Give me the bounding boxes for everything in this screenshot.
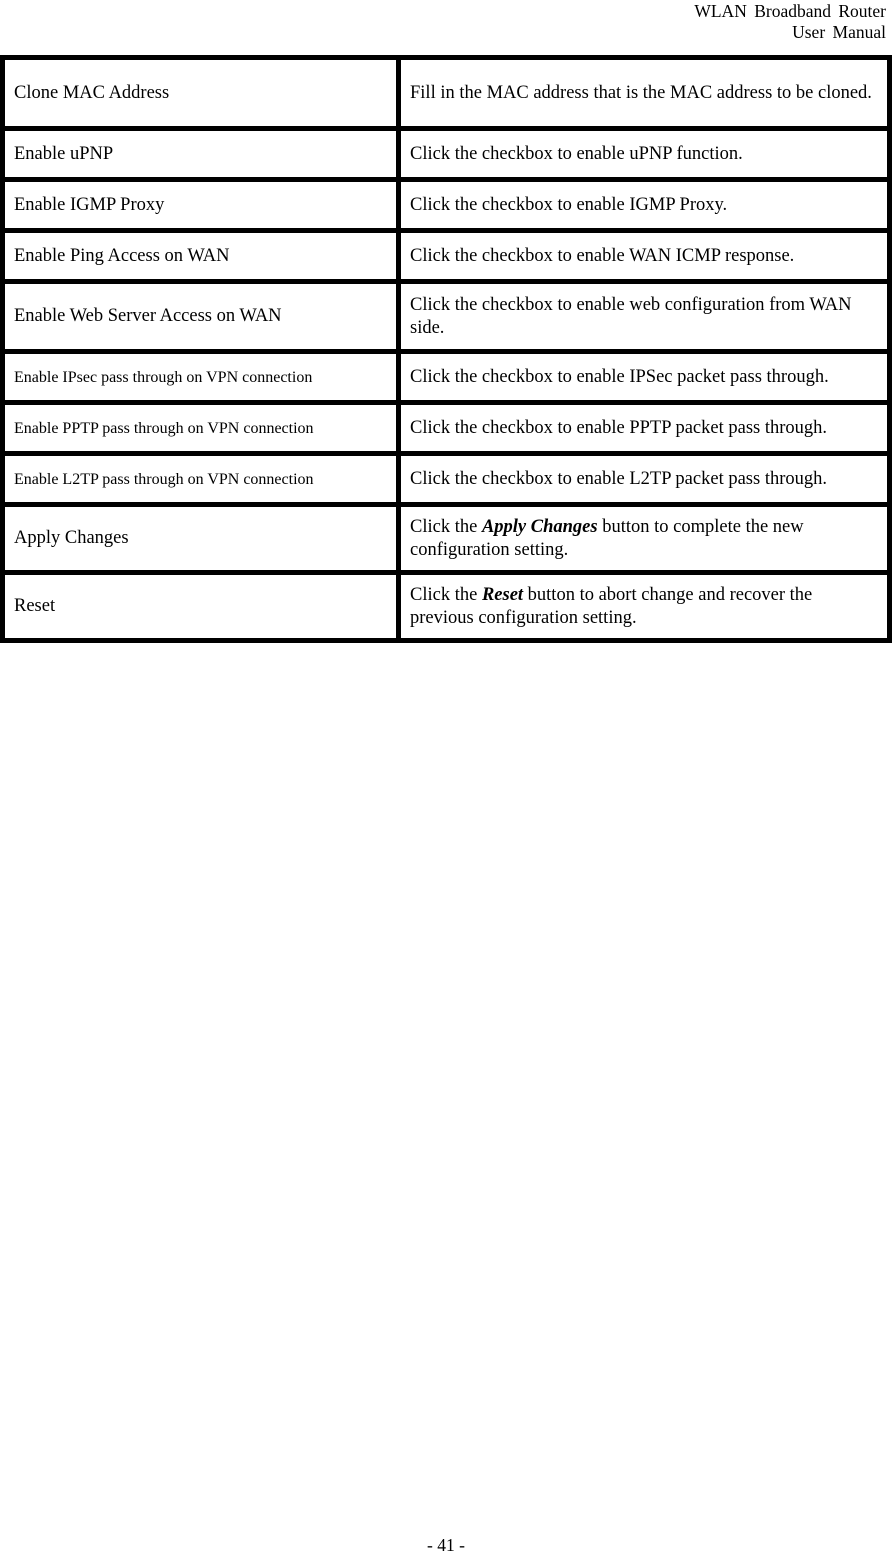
field-name-cell: Enable uPNP xyxy=(0,126,401,182)
field-name-cell: Enable IGMP Proxy xyxy=(0,177,401,233)
table-row: Enable L2TP pass through on VPN connecti… xyxy=(0,451,892,507)
field-name-cell: Reset xyxy=(0,570,401,643)
table-row: Enable IGMP Proxy Click the checkbox to … xyxy=(0,177,892,233)
field-name-cell: Enable IPsec pass through on VPN connect… xyxy=(0,349,401,405)
reset-emphasis: Reset xyxy=(481,584,524,605)
table-row: Reset Click the Reset button to abort ch… xyxy=(0,570,892,643)
table-row: Enable Ping Access on WAN Click the chec… xyxy=(0,228,892,284)
description-text: Click the xyxy=(410,516,482,537)
table-row: Enable uPNP Click the checkbox to enable… xyxy=(0,126,892,182)
page-header: WLAN Broadband Router User Manual xyxy=(694,1,886,43)
table-row: Enable Web Server Access on WAN Click th… xyxy=(0,279,892,354)
field-description-cell: Click the Reset button to abort change a… xyxy=(396,570,892,643)
field-description-cell: Click the checkbox to enable WAN ICMP re… xyxy=(396,228,892,284)
table-row: Apply Changes Click the Apply Changes bu… xyxy=(0,502,892,575)
field-description-cell: Click the Apply Changes button to comple… xyxy=(396,502,892,575)
field-description-cell: Fill in the MAC address that is the MAC … xyxy=(396,55,892,131)
field-description-cell: Click the checkbox to enable web configu… xyxy=(396,279,892,354)
table-row: Enable PPTP pass through on VPN connecti… xyxy=(0,400,892,456)
table-row: Clone MAC Address Fill in the MAC addres… xyxy=(0,55,892,131)
field-description-cell: Click the checkbox to enable PPTP packet… xyxy=(396,400,892,456)
field-name-cell: Clone MAC Address xyxy=(0,55,401,131)
table-row: Enable IPsec pass through on VPN connect… xyxy=(0,349,892,405)
field-description-cell: Click the checkbox to enable IPSec packe… xyxy=(396,349,892,405)
field-name-cell: Apply Changes xyxy=(0,502,401,575)
field-description-cell: Click the checkbox to enable IGMP Proxy. xyxy=(396,177,892,233)
settings-description-table: Clone MAC Address Fill in the MAC addres… xyxy=(0,55,892,643)
field-name-cell: Enable Web Server Access on WAN xyxy=(0,279,401,354)
header-document-title: User Manual xyxy=(792,22,886,42)
header-product-title: WLAN Broadband Router xyxy=(694,1,886,21)
field-name-cell: Enable Ping Access on WAN xyxy=(0,228,401,284)
description-text: Click the xyxy=(410,584,482,605)
field-name-cell: Enable L2TP pass through on VPN connecti… xyxy=(0,451,401,507)
field-name-cell: Enable PPTP pass through on VPN connecti… xyxy=(0,400,401,456)
apply-changes-emphasis: Apply Changes xyxy=(481,516,598,537)
field-description-cell: Click the checkbox to enable L2TP packet… xyxy=(396,451,892,507)
field-description-cell: Click the checkbox to enable uPNP functi… xyxy=(396,126,892,182)
